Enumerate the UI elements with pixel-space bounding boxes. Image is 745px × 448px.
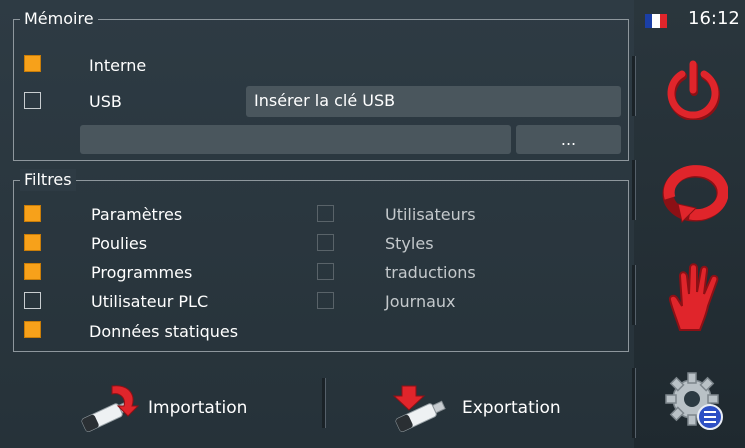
export-label: Exportation [462,398,561,418]
clock: 16:12 [688,8,740,29]
parametres-label: Paramètres [91,205,183,224]
utilisateurs-label: Utilisateurs [385,205,476,224]
utilisateur-plc-label: Utilisateur PLC [91,292,209,311]
programmes-label: Programmes [91,263,193,282]
usb-export-icon [392,385,446,432]
refresh-icon[interactable] [660,164,728,224]
memoire-title: Mémoire [20,8,98,30]
parametres-checkbox[interactable] [24,205,41,222]
donnees-statiques-checkbox[interactable] [24,321,41,338]
utilisateurs-checkbox[interactable] [317,205,334,222]
sidebar-separator-2 [632,160,636,220]
journaux-checkbox[interactable] [317,292,334,309]
power-icon[interactable] [663,60,723,120]
usb-checkbox[interactable] [24,92,41,109]
traductions-checkbox[interactable] [317,263,334,280]
styles-checkbox[interactable] [317,234,334,251]
import-label: Importation [148,398,248,418]
import-button[interactable]: Importation [72,380,247,436]
styles-label: Styles [385,234,434,253]
path-input[interactable] [80,125,511,154]
poulies-checkbox[interactable] [24,234,41,251]
donnees-statiques-label: Données statiques [89,322,239,341]
poulies-label: Poulies [91,234,148,253]
interne-label: Interne [89,56,147,75]
browse-button[interactable]: ... [516,125,621,154]
filtres-title: Filtres [20,169,76,191]
flag-fr-icon[interactable] [645,14,667,28]
usb-label: USB [89,92,122,111]
journaux-label: Journaux [385,292,456,311]
sidebar-separator-4 [632,368,636,438]
sidebar-separator-1 [632,56,636,116]
utilisateur-plc-checkbox[interactable] [24,292,41,309]
hand-stop-icon[interactable] [666,262,724,332]
sidebar-separator-3 [632,265,636,325]
usb-import-icon [81,385,140,432]
traductions-label: traductions [385,263,476,282]
settings-gear-icon[interactable] [664,371,726,433]
action-separator [322,378,326,428]
programmes-checkbox[interactable] [24,263,41,280]
interne-checkbox[interactable] [24,55,41,72]
export-button[interactable]: Exportation [386,380,561,436]
usb-status-field: Insérer la clé USB [246,86,621,117]
